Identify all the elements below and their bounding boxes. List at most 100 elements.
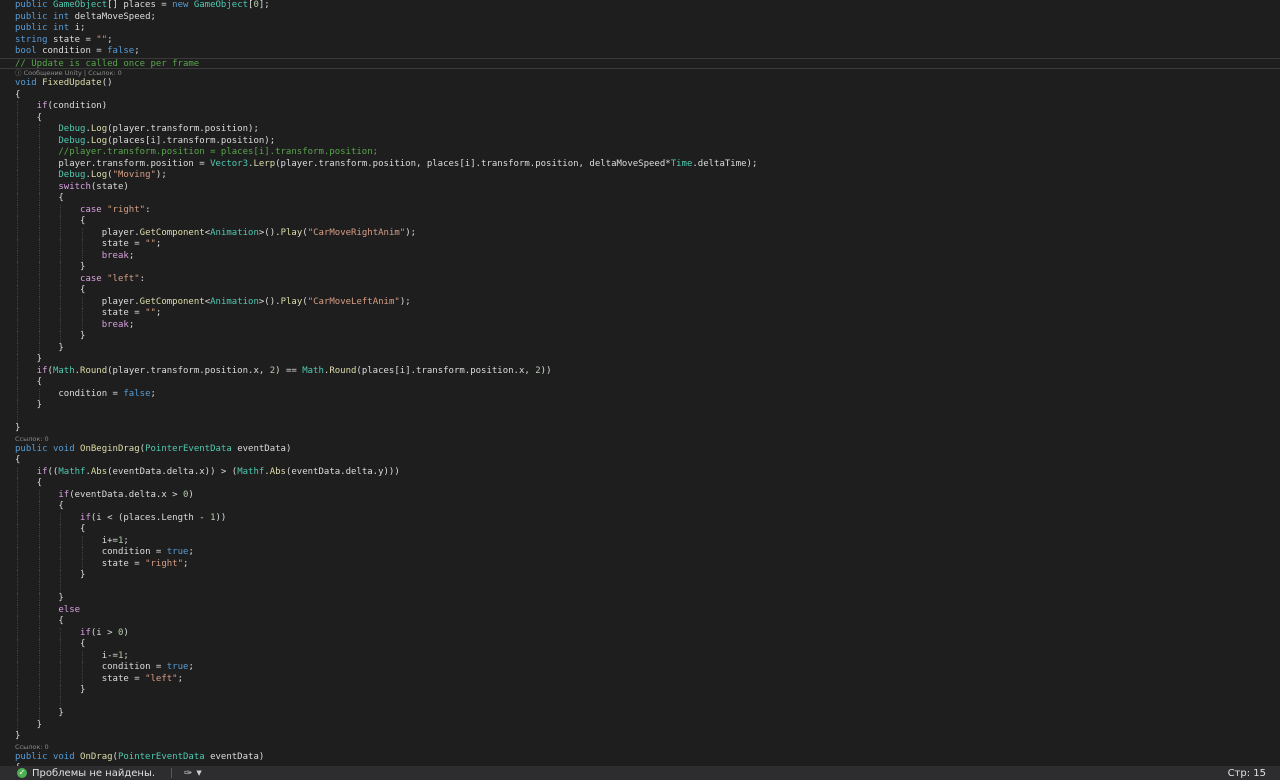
code-line[interactable]: } [0, 593, 1280, 605]
line-position[interactable]: Стр: 15 [1228, 768, 1266, 779]
code-token: "left" [145, 673, 178, 684]
indent-guide [38, 147, 40, 159]
code-line[interactable]: player.GetComponent<Animation>().Play("C… [0, 296, 1280, 308]
code-token: } [15, 731, 21, 741]
code-line[interactable]: { [0, 112, 1280, 124]
code-line[interactable]: else [0, 604, 1280, 616]
code-line[interactable]: { [0, 524, 1280, 536]
code-line[interactable]: string state = ""; [0, 35, 1280, 47]
code-line[interactable]: case "left": [0, 273, 1280, 285]
code-line[interactable]: } [0, 423, 1280, 435]
code-line[interactable]: player.GetComponent<Animation>().Play("C… [0, 227, 1280, 239]
indent-guide [38, 524, 40, 536]
code-line[interactable]: if((Mathf.Abs(eventData.delta.x)) > (Mat… [0, 466, 1280, 478]
code-token: >(). [258, 296, 281, 307]
code-token: } [80, 685, 86, 695]
code-line[interactable]: if(Math.Round(player.transform.position.… [0, 365, 1280, 377]
code-line[interactable]: } [0, 708, 1280, 720]
brush-icon[interactable]: ✑ [184, 768, 192, 779]
code-line[interactable]: case "right": [0, 204, 1280, 216]
code-token: new [172, 0, 194, 10]
code-line[interactable]: { [0, 639, 1280, 651]
indent-guide [82, 319, 84, 331]
codelens-references[interactable]: ⓘ Сообщение Unity | Ссылок: 0 [0, 69, 1280, 78]
code-line[interactable]: //player.transform.position = places[i].… [0, 147, 1280, 159]
code-token: (i < (places.Length - [90, 512, 211, 523]
code-line[interactable]: if(i < (places.Length - 1)) [0, 512, 1280, 524]
code-line[interactable]: { [0, 616, 1280, 628]
code-token: { [58, 616, 64, 626]
codelens-references[interactable]: Ссылок: 0 [0, 743, 1280, 752]
code-token: { [36, 377, 43, 387]
code-token: GameObject [193, 0, 249, 10]
code-line[interactable]: { [0, 193, 1280, 205]
code-line[interactable]: { [0, 377, 1280, 389]
code-line[interactable]: switch(state) [0, 181, 1280, 193]
code-line[interactable]: i+=1; [0, 535, 1280, 547]
code-line[interactable]: state = ""; [0, 239, 1280, 251]
indent-guide [60, 250, 62, 262]
code-line[interactable]: } [0, 354, 1280, 366]
code-line[interactable]: if(i > 0) [0, 627, 1280, 639]
code-line[interactable]: } [0, 570, 1280, 582]
code-line[interactable]: } [0, 685, 1280, 697]
code-line[interactable]: Debug.Log(places[i].transform.position); [0, 135, 1280, 147]
code-line[interactable]: public int deltaMoveSpeed; [0, 12, 1280, 24]
code-line[interactable]: public void OnDrag(PointerEventData even… [0, 752, 1280, 764]
code-line[interactable]: Debug.Log(player.transform.position); [0, 124, 1280, 136]
indent-guide [38, 319, 40, 331]
code-token: (player.transform.position, places[i].tr… [275, 158, 671, 169]
code-line[interactable]: { [0, 455, 1280, 467]
code-line[interactable]: state = ""; [0, 308, 1280, 320]
code-line[interactable]: { [0, 501, 1280, 513]
code-line[interactable]: } [0, 731, 1280, 743]
indent-guide [82, 650, 84, 662]
code-line[interactable]: { [0, 90, 1280, 102]
codelens-references[interactable]: Ссылок: 0 [0, 435, 1280, 444]
code-line[interactable]: } [0, 262, 1280, 274]
code-line[interactable]: public int i; [0, 23, 1280, 35]
indent-guide [17, 662, 18, 674]
problems-status[interactable]: Проблемы не найдены. [32, 768, 155, 779]
code-line[interactable]: state = "right"; [0, 558, 1280, 570]
code-line[interactable]: player.transform.position = Vector3.Lerp… [0, 158, 1280, 170]
code-token: state = [101, 673, 146, 684]
code-line[interactable]: bool condition = false; [0, 46, 1280, 58]
code-line[interactable]: i-=1; [0, 650, 1280, 662]
code-token: Play [280, 227, 303, 238]
code-line[interactable]: break; [0, 319, 1280, 331]
code-line[interactable]: { [0, 478, 1280, 490]
code-line[interactable]: if(eventData.delta.x > 0) [0, 489, 1280, 501]
code-line[interactable] [0, 411, 1280, 423]
code-line[interactable] [0, 696, 1280, 708]
code-line[interactable]: // Update is called once per frame [0, 57, 1280, 69]
code-line[interactable]: { [0, 216, 1280, 228]
code-line[interactable]: public void OnBeginDrag(PointerEventData… [0, 444, 1280, 456]
code-line[interactable]: state = "left"; [0, 673, 1280, 685]
code-line[interactable]: } [0, 719, 1280, 731]
code-line[interactable]: { [0, 285, 1280, 297]
code-token: (( [47, 466, 59, 477]
code-line[interactable]: Debug.Log("Moving"); [0, 170, 1280, 182]
indent-guide [17, 466, 18, 478]
code-line[interactable]: condition = false; [0, 388, 1280, 400]
code-token: "CarMoveRightAnim" [307, 227, 406, 238]
code-token: state = [101, 239, 146, 249]
code-line[interactable]: condition = true; [0, 547, 1280, 559]
code-line[interactable]: condition = true; [0, 662, 1280, 674]
code-line[interactable]: public GameObject[] places = new GameObj… [0, 0, 1280, 12]
code-line[interactable]: } [0, 342, 1280, 354]
code-line[interactable]: if(condition) [0, 101, 1280, 113]
code-line[interactable]: } [0, 331, 1280, 343]
code-line[interactable]: break; [0, 250, 1280, 262]
code-line[interactable]: } [0, 400, 1280, 412]
indent-guide [60, 296, 62, 308]
indent-guide [38, 193, 40, 205]
code-line[interactable]: void FixedUpdate() [0, 78, 1280, 90]
code-line[interactable] [0, 581, 1280, 593]
chevron-down-icon[interactable]: ▼ [196, 769, 201, 777]
indent-guide [60, 204, 62, 216]
code-token: PointerEventData [117, 751, 211, 762]
indent-guide [38, 388, 40, 400]
code-editor[interactable]: public GameObject[] places = new GameObj… [0, 0, 1280, 766]
